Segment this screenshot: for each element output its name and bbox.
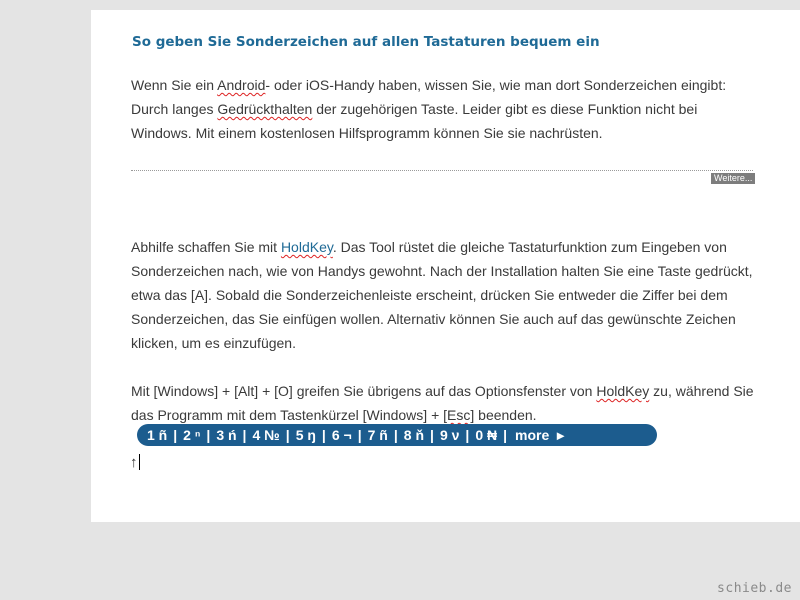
more-tag[interactable]: Weitere...	[711, 173, 756, 184]
picker-separator: |	[465, 427, 470, 443]
special-char-picker: 1 ñ | 2 ⁿ | 3 ń | 4 № | 5 ŋ | 6 ¬ | 7 ñ …	[137, 424, 657, 446]
editor-input-line[interactable]: ↑	[130, 454, 140, 472]
text-caret	[138, 454, 140, 470]
intro-paragraph: Wenn Sie ein Android- oder iOS-Handy hab…	[131, 73, 756, 145]
spellcheck-esc: Esc	[447, 407, 471, 423]
picker-option-7[interactable]: 7 ñ	[368, 427, 388, 443]
picker-separator: |	[357, 427, 362, 443]
picker-separator: |	[430, 427, 434, 443]
picker-more-button[interactable]: more ►	[515, 427, 567, 443]
site-watermark: schieb.de	[717, 581, 792, 596]
spellcheck-gedrueckthalten: Gedrückthalten	[217, 101, 313, 117]
body1-text-1: Abhilfe schaffen Sie mit	[131, 239, 281, 255]
article-page: So geben Sie Sonderzeichen auf allen Tas…	[91, 10, 800, 522]
picker-option-4[interactable]: 4 №	[252, 427, 279, 443]
body2-text-1: Mit [Windows] + [Alt] + [O] greifen Sie …	[131, 383, 597, 399]
body2-text-3: ] beenden.	[470, 407, 537, 423]
picker-option-8[interactable]: 8 ň	[404, 427, 424, 443]
picker-separator: |	[206, 427, 211, 443]
picker-option-0[interactable]: 0 ₦	[475, 427, 497, 443]
picker-option-6[interactable]: 6 ¬	[332, 427, 352, 443]
typed-character: ↑	[130, 454, 138, 471]
picker-option-2[interactable]: 2 ⁿ	[183, 427, 200, 443]
spellcheck-holdkey: HoldKey	[596, 383, 650, 399]
picker-separator: |	[285, 427, 290, 443]
picker-separator: |	[503, 427, 508, 443]
holdkey-link[interactable]: HoldKey	[281, 239, 333, 255]
body1-text-2: . Das Tool rüstet die gleiche Tastaturfu…	[131, 239, 753, 351]
picker-separator: |	[173, 427, 178, 443]
picker-more-label: more	[515, 427, 550, 443]
play-arrow-icon: ►	[554, 428, 568, 443]
more-divider	[131, 170, 753, 171]
picker-separator: |	[393, 427, 398, 443]
body-paragraph-2: Mit [Windows] + [Alt] + [O] greifen Sie …	[131, 379, 756, 427]
picker-option-3[interactable]: 3 ń	[216, 427, 236, 443]
body-paragraph-1: Abhilfe schaffen Sie mit HoldKey. Das To…	[131, 235, 756, 355]
picker-separator: |	[242, 427, 247, 443]
spellcheck-android: Android	[217, 77, 266, 93]
picker-option-5[interactable]: 5 ŋ	[296, 427, 316, 443]
intro-text-1: Wenn Sie ein	[131, 77, 218, 93]
article-title: So geben Sie Sonderzeichen auf allen Tas…	[132, 34, 600, 50]
picker-option-9[interactable]: 9 ν	[440, 427, 459, 443]
picker-option-1[interactable]: 1 ñ	[147, 427, 167, 443]
picker-separator: |	[321, 427, 326, 443]
